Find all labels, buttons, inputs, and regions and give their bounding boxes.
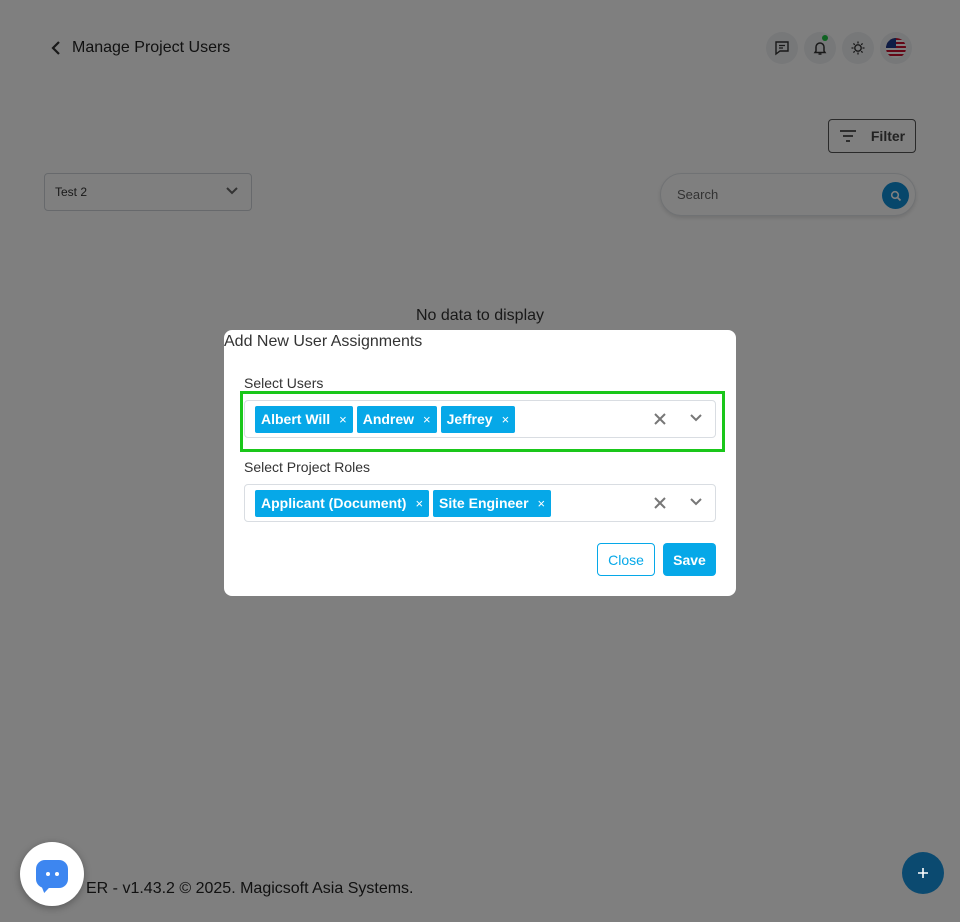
save-button[interactable]: Save (663, 543, 716, 576)
chip-label: Jeffrey (446, 411, 493, 427)
clear-icon[interactable] (653, 496, 667, 510)
chat-support-button[interactable] (20, 842, 84, 906)
plus-icon (918, 868, 928, 878)
chip-label: Albert Will (261, 411, 331, 427)
select-roles-multiselect[interactable]: Applicant (Document) × Site Engineer × (244, 484, 716, 522)
chip-label: Andrew (362, 411, 415, 427)
clear-icon[interactable] (653, 412, 667, 426)
chip-remove-button[interactable]: × (423, 413, 431, 426)
chip-remove-button[interactable]: × (339, 413, 347, 426)
chip-label: Applicant (Document) (261, 495, 407, 511)
add-floating-button[interactable] (902, 852, 944, 894)
select-users-label: Select Users (244, 375, 324, 391)
chip-remove-button[interactable]: × (502, 413, 510, 426)
role-chip: Applicant (Document) × (255, 489, 430, 517)
close-button[interactable]: Close (597, 543, 655, 576)
chat-bubble-icon (36, 860, 68, 888)
chip-remove-button[interactable]: × (415, 497, 423, 510)
modal-title: Add New User Assignments (224, 333, 423, 350)
select-roles-label: Select Project Roles (244, 459, 371, 475)
add-user-assignments-modal: Add New User Assignments Select Users Al… (224, 330, 736, 596)
chevron-down-icon[interactable] (689, 413, 703, 423)
role-chip: Site Engineer × (433, 489, 552, 517)
chevron-down-icon[interactable] (689, 497, 703, 507)
chip-remove-button[interactable]: × (538, 497, 546, 510)
select-users-multiselect[interactable]: Albert Will × Andrew × Jeffrey × (244, 400, 716, 438)
chip-label: Site Engineer (439, 495, 529, 511)
user-chip: Andrew × (356, 405, 437, 433)
user-chip: Jeffrey × (440, 405, 516, 433)
user-chip: Albert Will × (255, 405, 353, 433)
